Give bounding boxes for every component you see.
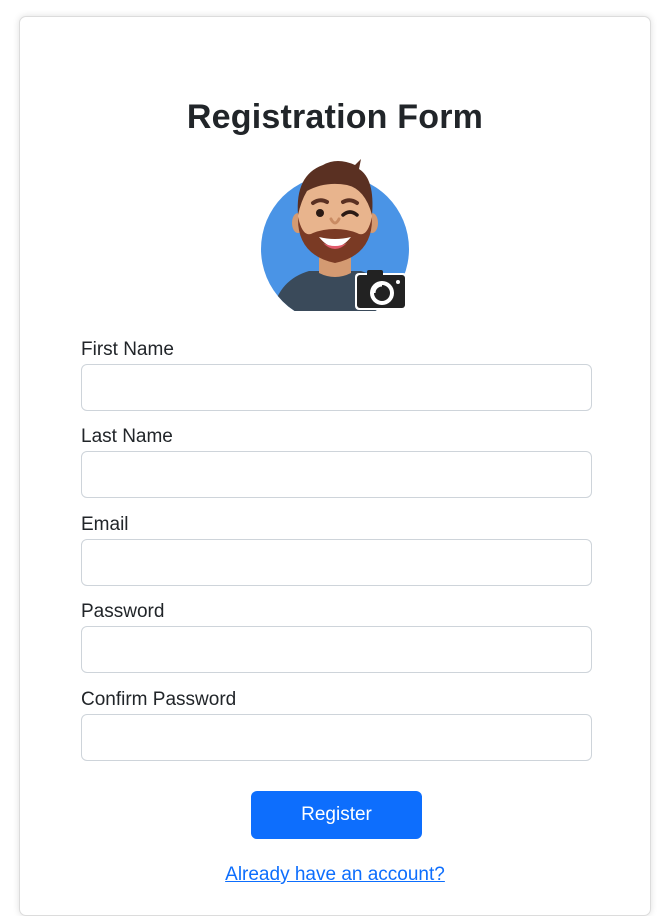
first-name-group: First Name: [81, 339, 592, 411]
last-name-group: Last Name: [81, 426, 592, 498]
camera-icon[interactable]: [355, 270, 407, 310]
confirm-password-input[interactable]: [81, 714, 592, 761]
password-group: Password: [81, 601, 592, 673]
last-name-input[interactable]: [81, 451, 592, 498]
confirm-password-label: Confirm Password: [81, 689, 237, 710]
avatar: [261, 159, 409, 311]
last-name-label: Last Name: [81, 426, 173, 447]
page-title: Registration Form: [186, 98, 484, 136]
login-link[interactable]: Already have an account?: [225, 864, 445, 885]
password-label: Password: [81, 601, 165, 622]
confirm-password-group: Confirm Password: [81, 689, 592, 761]
register-button[interactable]: Register: [251, 791, 422, 839]
email-label: Email: [81, 514, 129, 535]
email-group: Email: [81, 514, 592, 586]
profile-picture-upload[interactable]: [261, 145, 411, 311]
first-name-label: First Name: [81, 339, 174, 360]
first-name-input[interactable]: [81, 364, 592, 411]
login-link-row: Already have an account?: [20, 863, 650, 887]
password-input[interactable]: [81, 626, 592, 673]
email-input[interactable]: [81, 539, 592, 586]
registration-card: Registration Form First Name Last Name E…: [19, 16, 651, 916]
